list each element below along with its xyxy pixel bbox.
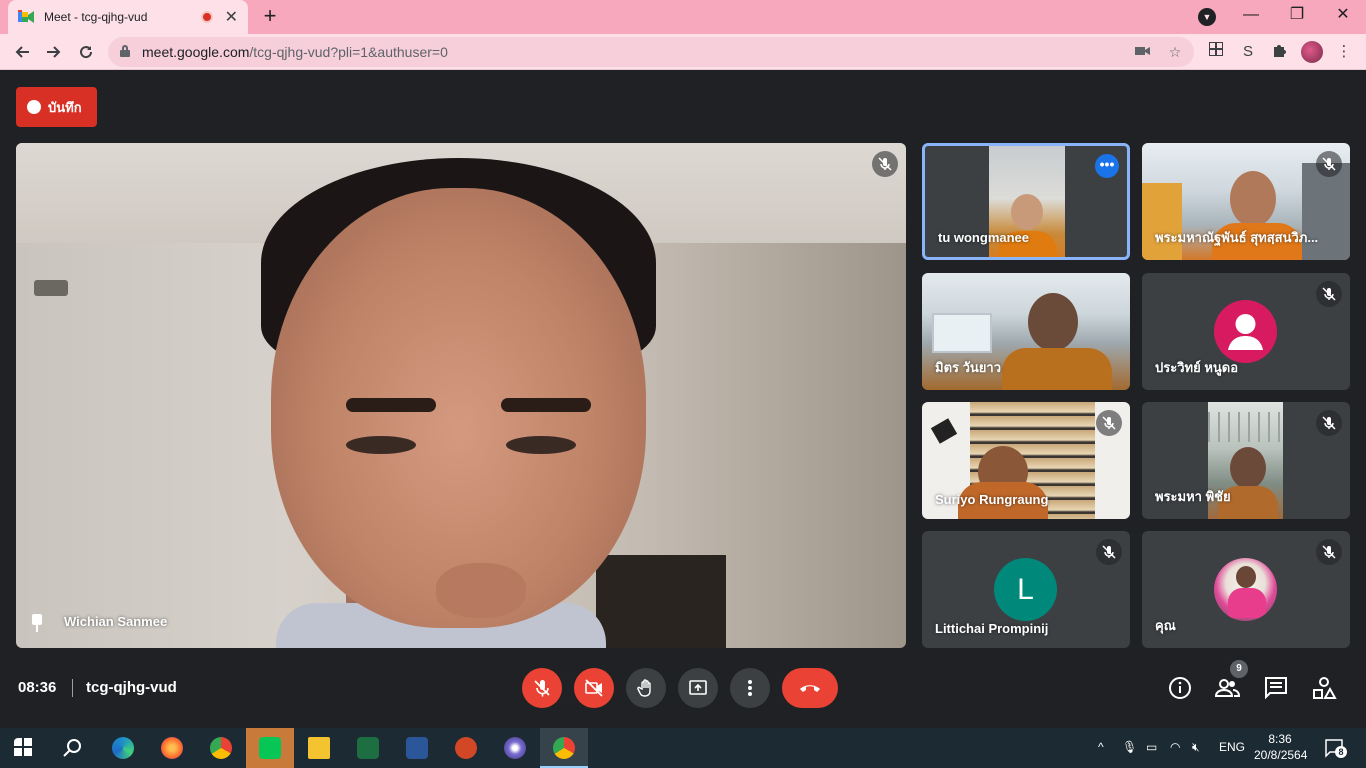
meeting-details-icon[interactable] <box>1167 675 1193 701</box>
tray-overflow-icon[interactable]: ^ <box>1098 740 1104 754</box>
mic-muted-icon <box>1316 539 1342 565</box>
record-dot-icon <box>27 100 41 114</box>
present-screen-button[interactable] <box>678 668 718 708</box>
more-options-icon[interactable]: ••• <box>1095 154 1119 178</box>
meeting-clock: 08:36 <box>18 679 57 696</box>
address-bar[interactable]: meet.google.com/tcg-qjhg-vud?pli=1&authu… <box>108 37 1194 67</box>
tab-title: Meet - tcg-qjhg-vud <box>44 10 148 24</box>
participant-tile-you[interactable]: คุณ <box>1142 531 1350 648</box>
url-text[interactable]: meet.google.com/tcg-qjhg-vud?pli=1&authu… <box>142 44 448 60</box>
meeting-code: tcg-qjhg-vud <box>86 679 177 696</box>
notification-center-icon[interactable]: 8 <box>1324 738 1347 758</box>
main-speaker-video[interactable]: Wichian Sanmee <box>16 143 906 648</box>
participant-tile-littichai-prompinij[interactable]: L Littichai Prompinij <box>922 531 1130 648</box>
activities-icon[interactable] <box>1311 675 1337 701</box>
minimize-button[interactable]: — <box>1228 0 1274 34</box>
browser-tab-strip: Meet - tcg-qjhg-vud ✕ + ▼ — ❐ ✕ <box>0 0 1366 34</box>
participant-avatar <box>1214 300 1277 363</box>
participant-name: มิตร วันยาว <box>935 360 1002 375</box>
firefox-icon[interactable] <box>148 728 196 768</box>
powerpoint-icon[interactable] <box>442 728 490 768</box>
toggle-camera-button[interactable] <box>574 668 614 708</box>
participant-name: Littichai Prompinij <box>935 621 1049 636</box>
mic-muted-icon <box>1096 539 1122 565</box>
participant-name: พระมหาณัฐพันธ์ สุทสฺสนวิภ... <box>1155 230 1319 245</box>
windows-taskbar: ^ 🎙︎ ▭ ◠ 🔇︎ ENG <box>0 728 1366 768</box>
divider <box>72 679 73 697</box>
mic-muted-icon <box>1096 410 1122 436</box>
tab-close-icon[interactable]: ✕ <box>225 7 238 27</box>
browser-menu-icon[interactable]: ⋮ <box>1334 42 1354 62</box>
toggle-microphone-button[interactable] <box>522 668 562 708</box>
participant-avatar: L <box>994 558 1057 621</box>
new-tab-button[interactable]: + <box>258 4 282 28</box>
participant-name: tu wongmanee <box>938 230 1030 245</box>
mic-muted-icon <box>872 151 898 177</box>
google-meet-icon <box>18 10 34 24</box>
close-window-button[interactable]: ✕ <box>1320 0 1366 34</box>
leave-call-button[interactable] <box>782 668 838 708</box>
apps-grid-icon[interactable] <box>1206 41 1226 62</box>
chrome-icon[interactable] <box>197 728 245 768</box>
mic-muted-icon <box>1316 410 1342 436</box>
browser-tab-meet[interactable]: Meet - tcg-qjhg-vud ✕ <box>8 0 248 34</box>
tray-clock[interactable]: 8:36 20/8/2564 <box>1254 731 1307 763</box>
browser-toolbar: meet.google.com/tcg-qjhg-vud?pli=1&authu… <box>0 34 1366 70</box>
pin-icon[interactable] <box>30 614 44 632</box>
meet-control-bar: 08:36 tcg-qjhg-vud <box>0 660 1366 728</box>
profile-avatar[interactable] <box>1301 41 1323 63</box>
participant-avatar <box>1214 558 1277 621</box>
participant-tile-prawit-nudo[interactable]: ประวิทย์ หนูดอ <box>1142 273 1350 390</box>
reload-button[interactable] <box>72 38 100 66</box>
excel-icon[interactable] <box>344 728 392 768</box>
back-button[interactable] <box>8 38 36 66</box>
language-indicator[interactable]: ENG <box>1219 740 1245 754</box>
people-icon[interactable] <box>1214 675 1241 701</box>
participant-name: Suriyo Rungraung <box>935 492 1049 507</box>
recording-badge[interactable]: บันทึก <box>16 87 97 127</box>
participant-name: คุณ <box>1155 618 1176 633</box>
start-button[interactable] <box>0 728 48 768</box>
mic-muted-icon <box>1316 151 1342 177</box>
file-explorer-icon[interactable] <box>295 728 343 768</box>
raise-hand-button[interactable] <box>626 668 666 708</box>
participant-tile-phramaha-nattaphan[interactable]: พระมหาณัฐพันธ์ สุทสฺสนวิภ... <box>1142 143 1350 260</box>
participant-tile-phramaha-pichai[interactable]: พระมหา พิชัย <box>1142 402 1350 519</box>
participant-tile-tu-wongmanee[interactable]: ••• tu wongmanee <box>922 143 1130 260</box>
app-icon[interactable] <box>491 728 539 768</box>
tab-search-icon[interactable]: ▼ <box>1198 8 1216 26</box>
edge-icon[interactable] <box>99 728 147 768</box>
notification-count: 8 <box>1335 746 1347 758</box>
mic-muted-icon <box>1316 281 1342 307</box>
bookmark-star-icon[interactable]: ☆ <box>1166 43 1184 61</box>
wifi-icon[interactable]: ◠ <box>1170 740 1180 754</box>
recording-indicator-icon <box>200 11 213 23</box>
participant-name: ประวิทย์ หนูดอ <box>1155 360 1239 375</box>
camera-in-use-icon[interactable] <box>1134 43 1152 61</box>
extension-s-icon[interactable]: S <box>1238 42 1258 62</box>
microphone-tray-icon[interactable]: 🎙︎ <box>1122 740 1137 754</box>
recording-label: บันทึก <box>48 99 82 115</box>
chat-icon[interactable] <box>1263 675 1289 701</box>
battery-icon[interactable]: ▭ <box>1146 740 1157 754</box>
participant-count-badge: 9 <box>1230 660 1248 678</box>
extensions-puzzle-icon[interactable] <box>1270 42 1290 62</box>
search-button[interactable] <box>48 728 96 768</box>
participant-tile-suriyo-rungraung[interactable]: Suriyo Rungraung <box>922 402 1130 519</box>
main-speaker-name: Wichian Sanmee <box>64 614 168 629</box>
restore-button[interactable]: ❐ <box>1274 0 1320 34</box>
more-options-button[interactable] <box>730 668 770 708</box>
chrome-meet-icon[interactable] <box>540 728 588 768</box>
volume-muted-icon[interactable]: 🔇︎ <box>1192 740 1200 755</box>
line-icon[interactable] <box>246 728 294 768</box>
word-icon[interactable] <box>393 728 441 768</box>
participant-name: พระมหา พิชัย <box>1155 489 1231 504</box>
participant-tile-mit-wanyao[interactable]: มิตร วันยาว <box>922 273 1130 390</box>
forward-button[interactable] <box>40 38 68 66</box>
lock-icon[interactable] <box>120 45 130 57</box>
